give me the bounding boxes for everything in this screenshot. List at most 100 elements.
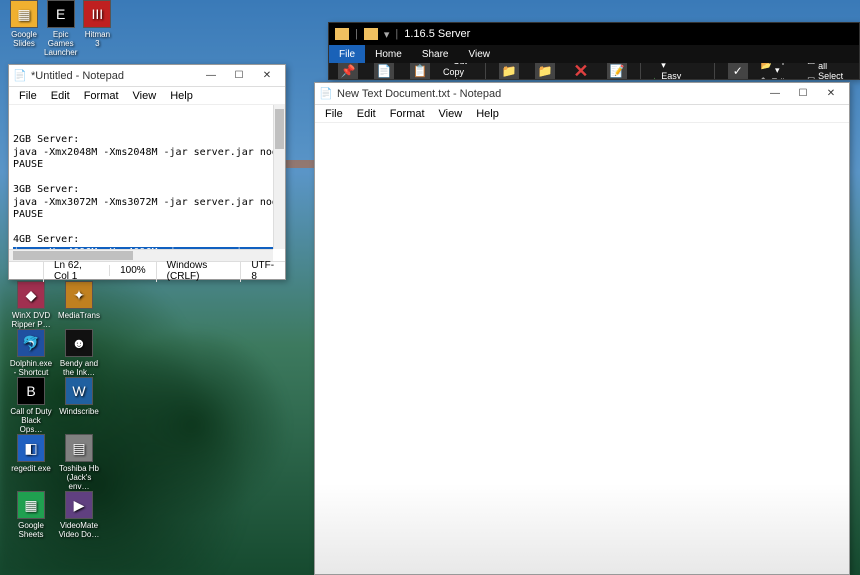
app-icon: ▦: [10, 0, 38, 28]
app-icon: ◧: [17, 434, 45, 462]
rename-icon: 📝: [607, 63, 627, 79]
menu-view[interactable]: View: [127, 89, 163, 103]
explorer-tabs: File Home Share View: [329, 45, 859, 63]
scrollbar-vertical[interactable]: [273, 105, 285, 249]
desktop-icon-label: Epic Games Launcher: [44, 30, 77, 57]
copypath-button[interactable]: Copy path: [443, 67, 475, 80]
scrollbar-horizontal[interactable]: [9, 249, 273, 261]
ribbon-open-group: 📂Open ▾ ✎Edit: [761, 63, 797, 79]
copyto-icon: 📁: [535, 63, 555, 79]
status-encoding: UTF-8: [240, 260, 285, 282]
tab-home[interactable]: Home: [365, 45, 412, 63]
newitem-button[interactable]: ✦New item ▾: [651, 63, 704, 71]
desktop-icon[interactable]: ▦ Google Slides: [10, 0, 38, 57]
notepad2-title: New Text Document.txt - Notepad: [337, 88, 761, 100]
notepad2-window[interactable]: 📄 New Text Document.txt - Notepad — ☐ ✕ …: [314, 82, 850, 575]
desktop-icon[interactable]: EEpic Games Launcher: [44, 0, 77, 57]
paste-button[interactable]: 📋: [407, 63, 433, 79]
notepad2-titlebar[interactable]: 📄 New Text Document.txt - Notepad — ☐ ✕: [315, 83, 849, 105]
paste-icon: 📋: [410, 63, 430, 79]
copyto-button[interactable]: 📁: [532, 63, 558, 79]
desktop-icon-label: Dolphin.exe - Shortcut: [10, 359, 52, 377]
menu-edit[interactable]: Edit: [351, 107, 382, 121]
app-icon: ◆: [17, 281, 45, 309]
ribbon-separator: [485, 63, 486, 79]
copy-button[interactable]: 📄: [371, 63, 397, 79]
scrollbar-thumb[interactable]: [13, 251, 133, 260]
desktop-icon[interactable]: ☻Bendy and the Ink…: [58, 329, 100, 377]
notepad1-textarea[interactable]: 2GB Server: java -Xmx2048M -Xms2048M -ja…: [9, 105, 273, 249]
explorer-title: 1.16.5 Server: [404, 28, 470, 40]
desktop-icon[interactable]: ▤Toshiba Hb (Jack's env…: [58, 434, 100, 491]
selectall-button[interactable]: ☑Select all: [807, 63, 853, 71]
notepad1-text-plain: 2GB Server: java -Xmx2048M -Xms2048M -ja…: [13, 134, 273, 245]
close-button[interactable]: ✕: [253, 66, 281, 86]
scrollbar-thumb[interactable]: [275, 109, 284, 149]
maximize-button[interactable]: ☐: [225, 66, 253, 86]
copy-icon: 📄: [374, 63, 394, 79]
notepad2-textarea[interactable]: [315, 123, 849, 574]
desktop-icon[interactable]: IIIHitman 3: [83, 0, 111, 57]
tab-share[interactable]: Share: [412, 45, 459, 63]
rename-button[interactable]: 📝: [604, 63, 630, 79]
desktop-icon[interactable]: 🐬 Dolphin.exe - Shortcut: [10, 329, 52, 377]
desktop-icon-label: Windscribe: [59, 407, 99, 416]
status-eol: Windows (CRLF): [156, 260, 241, 282]
explorer-window[interactable]: | ▾ | 1.16.5 Server File Home Share View…: [328, 22, 860, 80]
desktop-icon[interactable]: ▦Google Sheets: [10, 491, 52, 539]
notepad-icon: 📄: [13, 69, 27, 83]
desktop-icon-label: MediaTrans: [58, 311, 100, 320]
app-icon: ✦: [65, 281, 93, 309]
explorer-qat-sep: |: [355, 28, 358, 40]
menu-help[interactable]: Help: [164, 89, 199, 103]
ribbon-separator: [714, 63, 715, 79]
edit-button[interactable]: ✎Edit: [761, 76, 797, 79]
pin-icon: 📌: [338, 63, 358, 79]
menu-file[interactable]: File: [319, 107, 349, 121]
properties-button[interactable]: ✓: [725, 63, 751, 79]
desktop-icon[interactable]: ◆ WinX DVD Ripper P…: [10, 281, 52, 329]
desktop-icon[interactable]: BCall of Duty Black Ops…: [10, 377, 52, 434]
notepad2-menubar: FileEditFormatViewHelp: [315, 105, 849, 123]
selectnone-button[interactable]: ☐Select none: [807, 71, 853, 79]
tab-view[interactable]: View: [459, 45, 501, 63]
menu-file[interactable]: File: [13, 89, 43, 103]
notepad1-window[interactable]: 📄 *Untitled - Notepad — ☐ ✕ FileEditForm…: [8, 64, 286, 280]
menu-edit[interactable]: Edit: [45, 89, 76, 103]
minimize-button[interactable]: —: [197, 66, 225, 86]
pin-button[interactable]: 📌: [335, 63, 361, 79]
status-position: Ln 62, Col 1: [43, 260, 109, 282]
folder-icon: [335, 28, 349, 40]
explorer-titlebar[interactable]: | ▾ | 1.16.5 Server: [329, 23, 859, 45]
notepad1-menubar: FileEditFormatViewHelp: [9, 87, 285, 105]
maximize-button[interactable]: ☐: [789, 84, 817, 104]
ribbon-separator: [640, 63, 641, 79]
close-button[interactable]: ✕: [817, 84, 845, 104]
open-button[interactable]: 📂Open ▾: [761, 63, 797, 76]
minimize-button[interactable]: —: [761, 84, 789, 104]
tab-file[interactable]: File: [329, 45, 365, 63]
menu-help[interactable]: Help: [470, 107, 505, 121]
desktop-icon-label: Bendy and the Ink…: [58, 359, 100, 377]
delete-button[interactable]: ✕: [568, 63, 594, 79]
menu-format[interactable]: Format: [78, 89, 125, 103]
desktop-icon-label: WinX DVD Ripper P…: [10, 311, 52, 329]
status-zoom: 100%: [109, 265, 156, 276]
desktop-icon[interactable]: ✦ MediaTrans: [58, 281, 100, 329]
app-icon: W: [65, 377, 93, 405]
ribbon-cut-group: ✂ Cut Copy path: [443, 63, 475, 79]
desktop-icon[interactable]: ◧ regedit.exe: [10, 434, 52, 491]
desktop-icon-label: Google Slides: [10, 30, 38, 48]
menu-format[interactable]: Format: [384, 107, 431, 121]
desktop-icon-label: VideoMate Video Do…: [58, 521, 100, 539]
moveto-button[interactable]: 📁: [496, 63, 522, 79]
desktop-icon[interactable]: ▶VideoMate Video Do…: [58, 491, 100, 539]
app-icon: 🐬: [17, 329, 45, 357]
menu-view[interactable]: View: [433, 107, 469, 121]
notepad1-titlebar[interactable]: 📄 *Untitled - Notepad — ☐ ✕: [9, 65, 285, 87]
desktop-icon[interactable]: W Windscribe: [58, 377, 100, 434]
easyaccess-button[interactable]: ✦Easy access ▾: [651, 71, 704, 79]
desktop-icon-label: regedit.exe: [11, 464, 51, 473]
notepad1-title: *Untitled - Notepad: [31, 70, 197, 82]
desktop-icon-label: Hitman 3: [83, 30, 111, 48]
